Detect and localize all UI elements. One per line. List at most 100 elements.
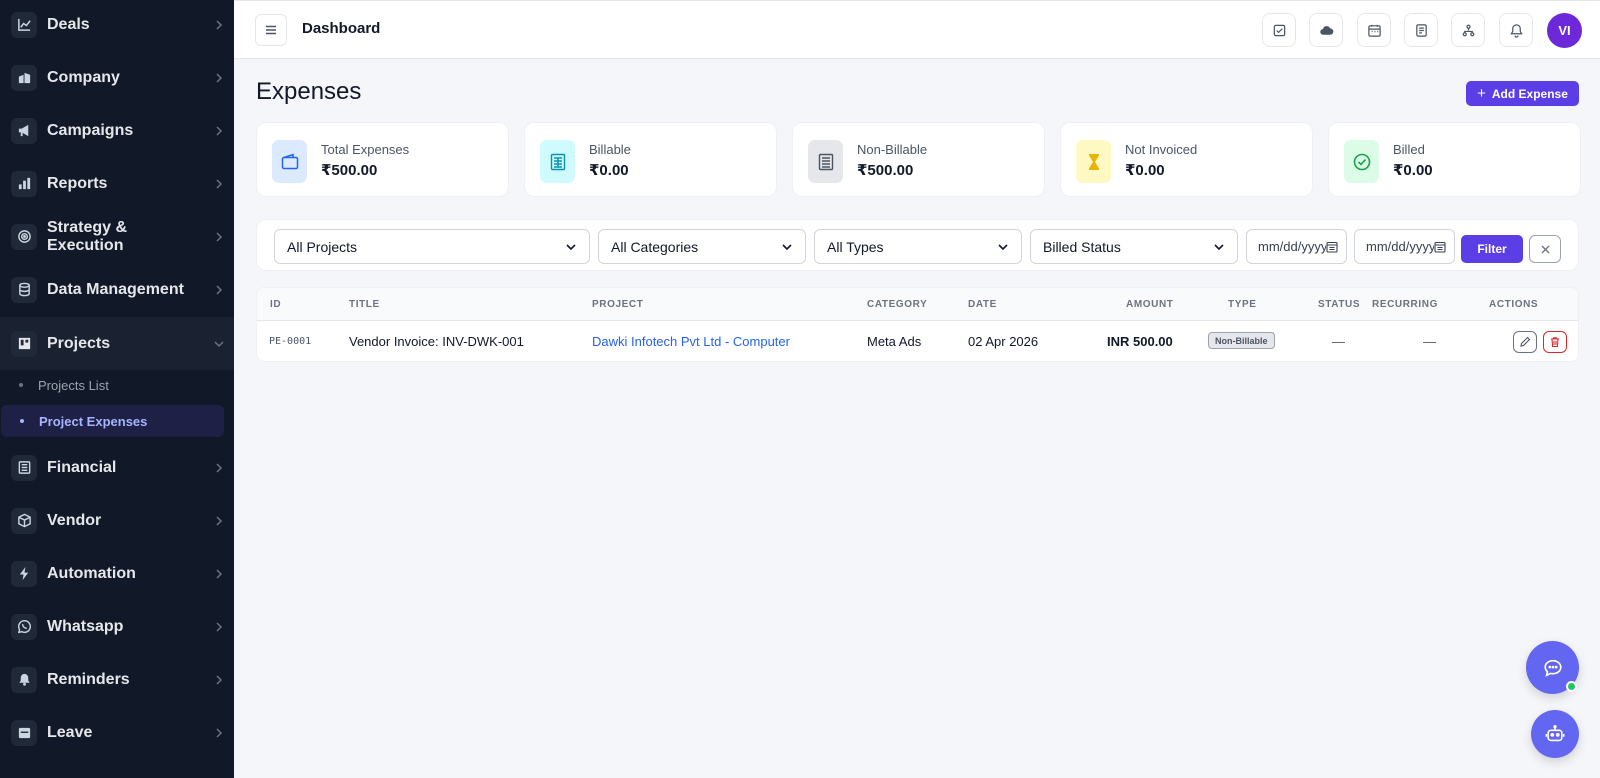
sidebar-item-data-management[interactable]: Data Management [0,263,234,316]
menu-toggle-button[interactable] [255,14,287,46]
wallet-icon [272,140,307,183]
column-header-status: STATUS [1318,299,1361,310]
ledger-icon [11,454,37,481]
date-from-placeholder: mm/dd/yyyy [1258,239,1328,254]
card-non-billable: Non-Billable ₹500.00 [792,122,1045,197]
edit-button[interactable] [1513,331,1537,353]
plus-icon: + [1477,85,1486,102]
sidebar-item-reminders[interactable]: Reminders [0,653,234,706]
sidebar-subitem-label: Project Expenses [39,413,148,429]
column-header-actions: ACTIONS [1489,299,1539,310]
sidebar-item-leave[interactable]: Leave [0,706,234,759]
chevron-down-icon [566,244,576,251]
sidebar-item-strategy-execution[interactable]: Strategy & Execution [0,210,234,263]
tasks-button[interactable] [1262,13,1296,47]
sidebar-item-financial[interactable]: Financial [0,441,234,494]
date-to-placeholder: mm/dd/yyyy [1366,239,1436,254]
pencil-icon [1520,336,1531,347]
type-badge: Non-Billable [1208,332,1275,349]
chart-line-icon [11,11,37,38]
whatsapp-icon [11,613,37,640]
sidebar-item-label: Financial [47,458,117,476]
receipt-icon [540,140,575,183]
sidebar-item-whatsapp[interactable]: Whatsapp [0,600,234,653]
sidebar-item-reports[interactable]: Reports [0,157,234,210]
chevron-down-icon [998,244,1008,251]
box-icon [11,507,37,534]
card-value: ₹0.00 [1125,162,1165,179]
table-header: ID TITLE PROJECT CATEGORY DATE AMOUNT TY… [257,288,1578,321]
calendar-icon [1367,24,1381,37]
billed-status-select[interactable]: Billed Status [1030,229,1238,264]
bell-icon [11,666,37,693]
megaphone-icon [11,117,37,144]
types-select-value: All Types [827,238,884,255]
sidebar-subitem-project-expenses[interactable]: Project Expenses [1,405,224,437]
table-row[interactable]: PE-0001 Vendor Invoice: INV-DWK-001 Dawk… [257,321,1578,361]
sidebar-item-label: Automation [47,564,136,582]
chevron-right-icon [204,568,234,579]
column-header-category: CATEGORY [867,299,928,310]
column-header-title: TITLE [349,299,380,310]
sidebar: Deals Company Campaigns Reports Strategy… [0,0,234,778]
projects-select-value: All Projects [287,238,358,255]
notifications-button[interactable] [1499,13,1533,47]
add-expense-label: Add Expense [1491,86,1568,101]
card-value: ₹0.00 [1393,162,1433,179]
sidebar-item-deals[interactable]: Deals [0,0,234,51]
bullet-icon [20,419,24,423]
close-icon [1541,245,1549,253]
clear-filters-button[interactable] [1529,235,1561,263]
checkbox-icon [1273,24,1285,36]
sidebar-item-label: Strategy & Execution [47,218,128,254]
sidebar-item-automation[interactable]: Automation [0,547,234,600]
avatar[interactable]: VI [1547,13,1582,48]
cell-recurring: — [1423,334,1436,349]
cloud-button[interactable] [1309,13,1343,47]
cell-id: PE-0001 [269,336,312,347]
sidebar-item-company[interactable]: Company [0,51,234,104]
sidebar-item-vendor[interactable]: Vendor [0,494,234,547]
database-icon [11,276,37,303]
column-header-amount: AMOUNT [1126,299,1174,310]
cell-title: Vendor Invoice: INV-DWK-001 [349,334,524,349]
add-expense-button[interactable]: + Add Expense [1466,81,1579,106]
online-status-dot [1566,681,1577,692]
sidebar-item-label: Deals [47,15,90,33]
cell-project-link[interactable]: Dawki Infotech Pvt Ltd - Computer [592,334,790,349]
org-chart-icon [1462,24,1474,36]
delete-button[interactable] [1543,331,1567,353]
card-label: Total Expenses [321,142,410,157]
card-value: ₹0.00 [589,162,629,179]
cell-date: 02 Apr 2026 [968,334,1039,349]
sidebar-item-label: Reports [47,174,108,192]
sidebar-item-label: Leave [47,723,93,741]
types-select[interactable]: All Types [814,229,1022,264]
page-title: Expenses [256,78,362,105]
notes-button[interactable] [1404,13,1438,47]
cell-status: — [1332,334,1345,349]
sidebar-item-campaigns[interactable]: Campaigns [0,104,234,157]
chevron-right-icon [204,231,234,242]
filter-button[interactable]: Filter [1461,235,1523,263]
date-from-input[interactable]: mm/dd/yyyy [1246,229,1347,264]
chevron-down-icon [782,244,792,251]
card-value: ₹500.00 [857,162,914,179]
check-circle-icon [1344,140,1379,183]
projects-select[interactable]: All Projects [274,229,590,264]
sidebar-item-projects[interactable]: Projects [0,317,234,370]
chevron-right-icon [204,727,234,738]
column-header-recurring: RECURRING [1372,299,1438,310]
calendar-button[interactable] [1357,13,1391,47]
sidebar-subitem-projects-list[interactable]: Projects List [0,369,234,401]
chevron-right-icon [204,125,234,136]
filter-bar: All Projects All Categories All Types Bi… [256,219,1579,271]
billed-status-select-value: Billed Status [1043,238,1121,255]
sidebar-item-label: Campaigns [47,121,134,139]
org-chart-button[interactable] [1451,13,1485,47]
topbar-title: Dashboard [302,20,381,37]
date-to-input[interactable]: mm/dd/yyyy [1354,229,1455,264]
card-value: ₹500.00 [321,162,378,179]
assistant-bot-button[interactable] [1531,710,1579,758]
categories-select[interactable]: All Categories [598,229,806,264]
